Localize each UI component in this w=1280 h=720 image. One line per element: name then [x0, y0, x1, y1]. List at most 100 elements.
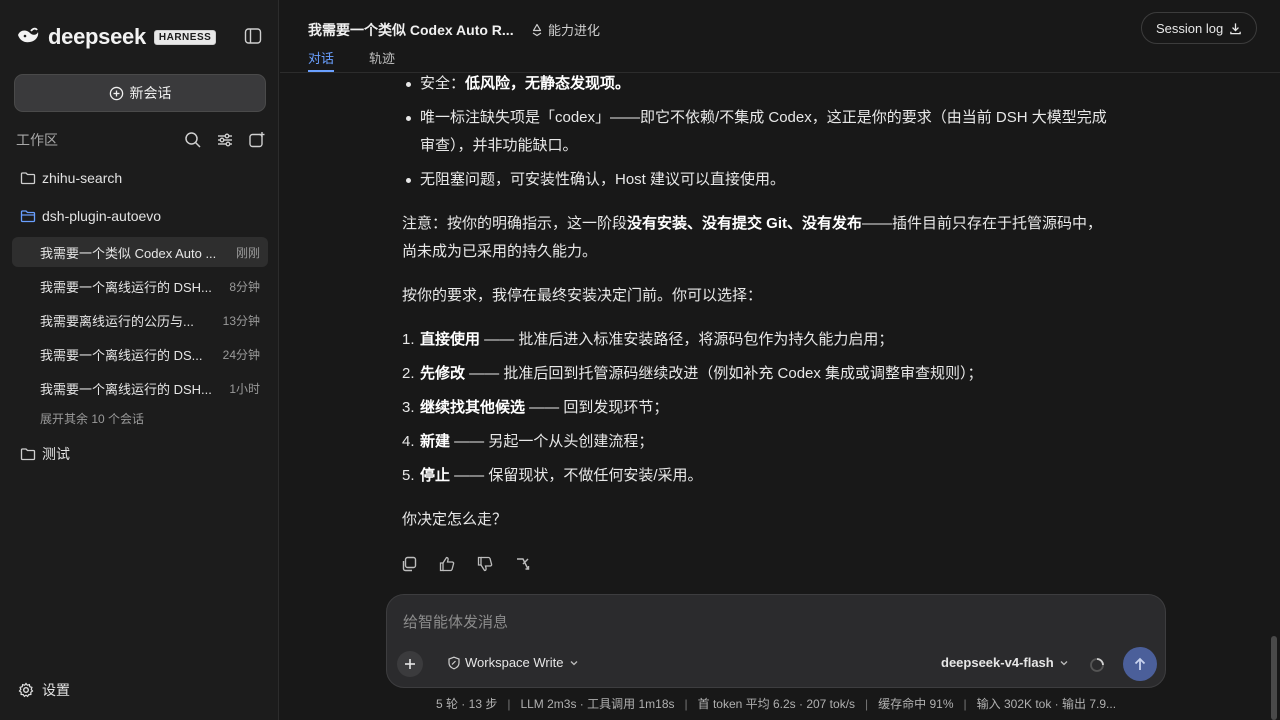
- model-select[interactable]: deepseek-v4-flash: [941, 655, 1070, 670]
- status-bar: 5 轮 · 13 步 | LLM 2m3s · 工具调用 1m18s | 首 token…: [435, 697, 1117, 711]
- conversation-item[interactable]: 我需要一个离线运行的 DSH... 1小时: [12, 373, 268, 403]
- capability-evolution-button[interactable]: 能力进化: [530, 20, 600, 39]
- option-item: 5. 停止 —— 保留现状，不做任何安装/采用。: [402, 462, 703, 490]
- bullet-text: 唯一标注缺失项是「codex」——即它不依赖/不集成 Codex，这正是你的要求…: [420, 109, 1107, 126]
- collapse-sidebar-button[interactable]: [244, 27, 262, 45]
- conversation-time: 13分钟: [222, 313, 260, 328]
- folder-icon: [20, 448, 36, 461]
- session-log-button[interactable]: Session log: [1141, 12, 1258, 44]
- option-text: —— 批准后进入标准安装路径，将源码包作为持久能力启用；: [480, 331, 894, 348]
- option-number: 1.: [402, 331, 415, 348]
- new-chat-button[interactable]: 新会话: [14, 74, 266, 112]
- bullet-text-line2: 审查），并非功能缺口。: [420, 137, 578, 154]
- gear-icon: [18, 682, 34, 698]
- option-item: 1. 直接使用 —— 批准后进入标准安装路径，将源码包作为持久能力启用；: [402, 326, 893, 354]
- message-bullet: 安全：低风险，无静态发现项。: [406, 70, 1160, 98]
- settings-button[interactable]: 设置: [18, 680, 70, 700]
- conversation-time: 刚刚: [235, 245, 260, 260]
- status-token: 首 token 平均 6.2s · 207 tok/s: [697, 697, 856, 711]
- option-bold: 新建: [420, 433, 451, 450]
- new-chat-label: 新会话: [129, 85, 172, 101]
- main-panel: 我需要一个类似 Codex Auto R... 能力进化 对话 轨迹 Sessi…: [280, 0, 1280, 720]
- folder-name: zhihu-search: [42, 170, 123, 186]
- scrollbar-thumb[interactable]: [1271, 636, 1277, 720]
- download-icon: [1230, 22, 1242, 34]
- folder-test[interactable]: 测试: [20, 444, 70, 464]
- harness-badge: HARNESS: [153, 29, 217, 45]
- option-bold: 直接使用: [420, 331, 481, 348]
- question-paragraph: 你决定怎么走？: [402, 511, 508, 528]
- option-text: —— 另起一个从头创建流程；: [450, 433, 654, 450]
- option-bold: 先修改: [420, 365, 466, 382]
- folder-icon: [20, 172, 36, 185]
- search-icon[interactable]: [184, 131, 202, 149]
- copy-icon[interactable]: [400, 555, 418, 573]
- bullet-dot: [406, 178, 411, 183]
- option-item: 2. 先修改 —— 批准后回到托管源码继续改进（例如补充 Codex 集成或调整…: [402, 360, 983, 388]
- conversation-title-header: 我需要一个类似 Codex Auto R...: [308, 22, 514, 38]
- option-item: 4. 新建 —— 另起一个从头创建流程；: [402, 428, 653, 456]
- conversation-title: 我需要一个类似 Codex Auto ...: [40, 245, 217, 261]
- show-more-conversations-link[interactable]: 展开其余 10 个会话: [40, 410, 144, 427]
- conversation-title: 我需要一个离线运行的 DSH...: [40, 279, 212, 295]
- brand-name: deepseek: [48, 24, 146, 49]
- sidebar-toggle-icon: [244, 28, 262, 44]
- brand: deepseek HARNESS: [16, 24, 217, 50]
- tab-trace[interactable]: 轨迹: [369, 48, 395, 67]
- bullet-dot: [406, 82, 411, 87]
- conversation-item[interactable]: 我需要一个离线运行的 DS... 24分钟: [12, 339, 268, 369]
- note-text-rest: ——插件目前只存在于托管源码中，: [862, 215, 1103, 232]
- intro-paragraph: 按你的要求，我停在最终安装决定门前。你可以选择：: [402, 287, 763, 304]
- plus-icon: [405, 659, 415, 669]
- branch-icon[interactable]: [514, 555, 532, 573]
- session-log-label: Session log: [1156, 20, 1224, 36]
- note-text: 注意：按你的明确指示，这一阶段: [402, 215, 628, 232]
- chevron-down-icon: [1060, 660, 1068, 665]
- recycle-icon: [532, 23, 542, 36]
- conversation-item-active[interactable]: 我需要一个类似 Codex Auto ... 刚刚: [12, 237, 268, 267]
- bullet-dot: [406, 116, 411, 121]
- conversation-item[interactable]: 我需要一个离线运行的 DSH... 8分钟: [12, 271, 268, 301]
- message-input[interactable]: [403, 607, 1143, 637]
- attach-button[interactable]: [397, 651, 423, 677]
- new-folder-icon[interactable]: [248, 131, 266, 149]
- option-item: 3. 继续找其他候选 —— 回到发现环节；: [402, 394, 668, 422]
- tab-conversation[interactable]: 对话: [308, 48, 334, 67]
- folder-name: dsh-plugin-autoevo: [42, 208, 162, 224]
- plus-circle-icon: [109, 86, 123, 100]
- status-io: 输入 302K tok · 输出 7.9...: [976, 697, 1117, 711]
- conversation-title: 我需要一个离线运行的 DSH...: [40, 381, 212, 397]
- conversation-title: 我需要一个离线运行的 DS...: [40, 347, 203, 363]
- conversation-item[interactable]: 我需要离线运行的公历与... 13分钟: [12, 305, 268, 335]
- bullet-text: 安全：: [420, 75, 466, 92]
- workspace-header: 工作区: [16, 130, 266, 150]
- option-text: —— 回到发现环节；: [525, 399, 669, 416]
- folder-dsh-plugin-autoevo[interactable]: dsh-plugin-autoevo: [20, 208, 161, 224]
- note-paragraph: 注意：按你的明确指示，这一阶段没有安装、没有提交 Git、没有发布——插件目前只…: [402, 210, 1162, 266]
- status-llm: LLM 2m3s · 工具调用 1m18s: [520, 697, 675, 711]
- sidebar: deepseek HARNESS 新会话 工作区 zhihu-search ds…: [0, 0, 279, 720]
- thumbs-down-icon[interactable]: [476, 555, 494, 573]
- permission-mode-label: Workspace Write: [465, 655, 564, 670]
- chevron-down-icon: [570, 660, 577, 665]
- conversation-title: 我需要离线运行的公历与...: [40, 313, 194, 329]
- permission-mode-select[interactable]: Workspace Write: [447, 655, 584, 670]
- top-bar: 我需要一个类似 Codex Auto R... 能力进化 对话 轨迹 Sessi…: [280, 0, 1280, 73]
- workspace-label: 工作区: [16, 132, 58, 148]
- filter-sliders-icon[interactable]: [216, 131, 234, 149]
- bullet-bold-text: 低风险，无静态发现项。: [465, 75, 631, 92]
- send-button[interactable]: [1123, 647, 1157, 681]
- message-actions: [400, 555, 532, 573]
- loading-spinner-icon: [1090, 658, 1104, 672]
- app-window: deepseek HARNESS 新会话 工作区 zhihu-search ds…: [0, 0, 1280, 720]
- option-text: —— 批准后回到托管源码继续改进（例如补充 Codex 集成或调整审查规则）；: [465, 365, 983, 382]
- conversation-time: 8分钟: [229, 279, 260, 294]
- arrow-up-icon: [1134, 657, 1146, 670]
- bullet-text: 无阻塞问题，可安装性确认，Host 建议可以直接使用。: [420, 171, 786, 188]
- option-number: 5.: [402, 467, 415, 484]
- option-number: 2.: [402, 365, 415, 382]
- option-number: 3.: [402, 399, 415, 416]
- conversation-time: 1小时: [229, 381, 260, 396]
- folder-zhihu-search[interactable]: zhihu-search: [20, 170, 122, 186]
- thumbs-up-icon[interactable]: [438, 555, 456, 573]
